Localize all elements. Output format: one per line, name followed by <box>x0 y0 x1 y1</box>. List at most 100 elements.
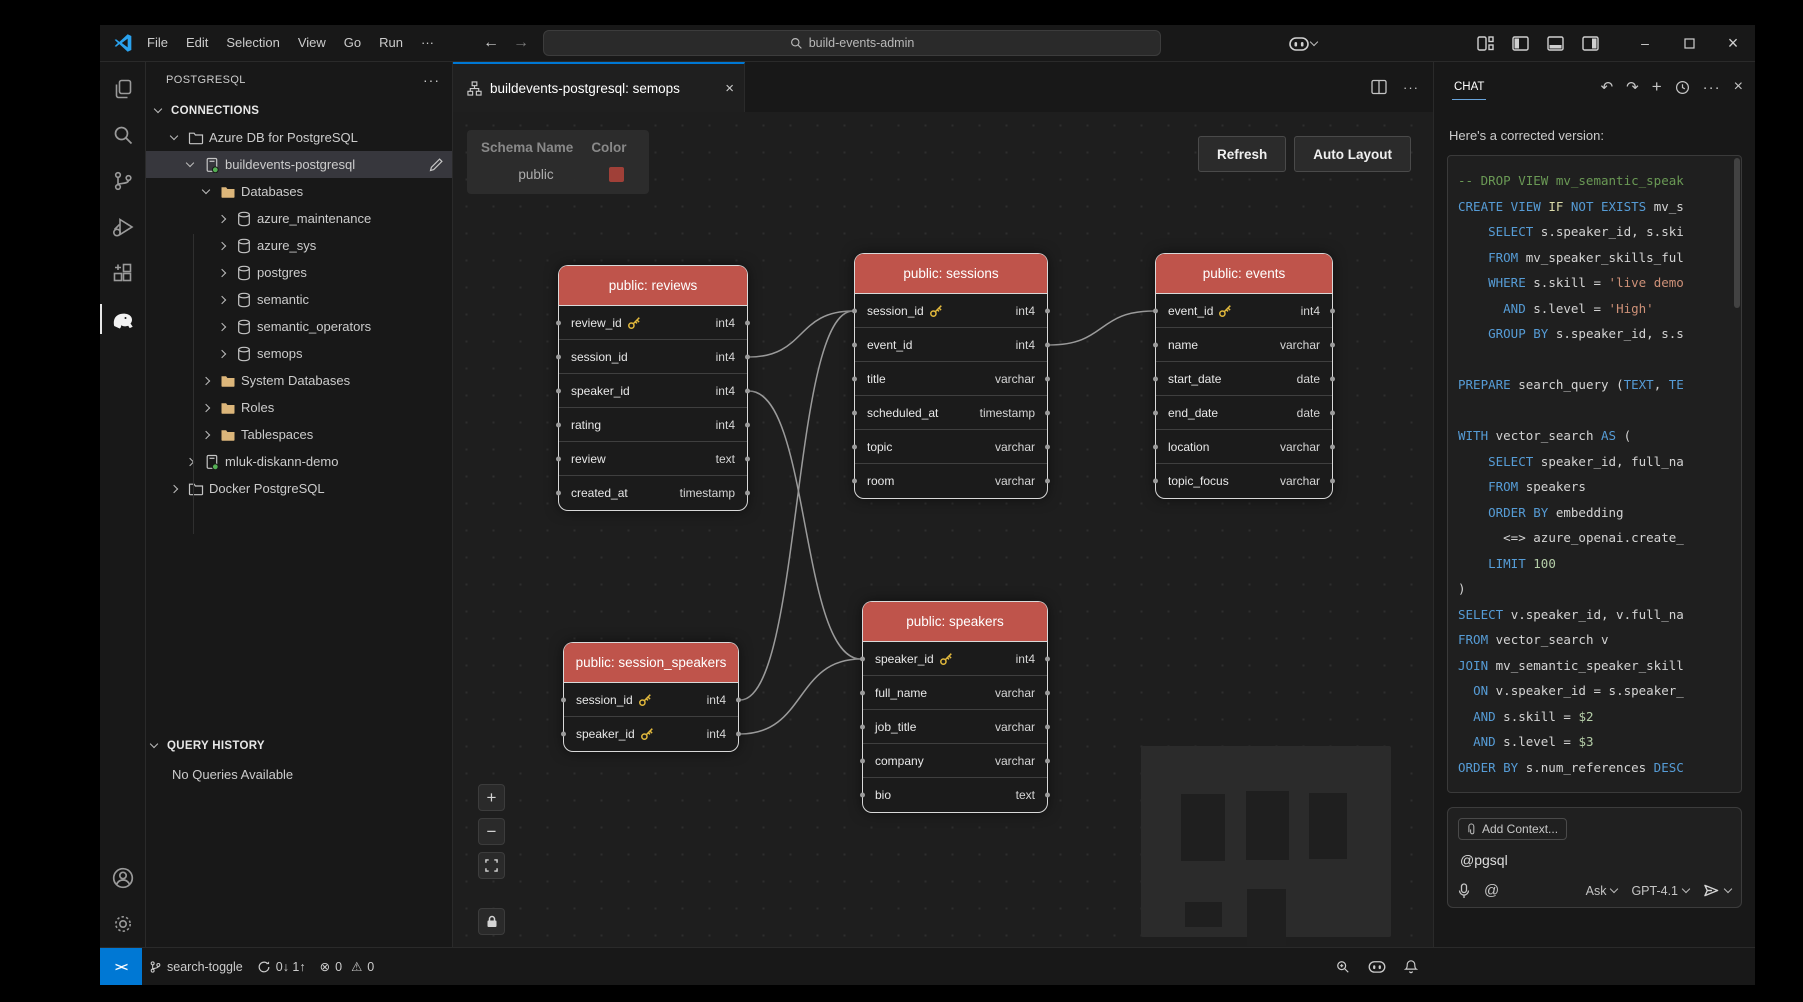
query-history-section[interactable]: QUERY HISTORY <box>146 732 452 759</box>
column-room[interactable]: roomvarchar <box>855 464 1047 498</box>
table-events[interactable]: public: eventsevent_idint4namevarcharsta… <box>1156 254 1332 498</box>
mention-icon[interactable]: @ <box>1484 882 1499 899</box>
table-sessions[interactable]: public: sessionssession_idint4event_idin… <box>855 254 1047 498</box>
tree-item-tablespaces[interactable]: Tablespaces <box>146 421 452 448</box>
close-button[interactable]: × <box>1711 25 1755 61</box>
table-header[interactable]: public: sessions <box>855 254 1047 294</box>
menu-go[interactable]: Go <box>335 30 370 56</box>
column-session_id[interactable]: session_idint4 <box>855 294 1047 328</box>
toggle-secondary-sidebar-icon[interactable] <box>1582 36 1599 51</box>
column-session_id[interactable]: session_idint4 <box>559 340 747 374</box>
microphone-icon[interactable] <box>1458 883 1470 899</box>
chat-input-value[interactable]: @pgsql <box>1458 840 1731 882</box>
column-review_id[interactable]: review_idint4 <box>559 306 747 340</box>
column-name[interactable]: namevarchar <box>1156 328 1332 362</box>
remote-indicator[interactable]: >< <box>100 948 142 985</box>
copilot-menu[interactable] <box>1289 36 1317 51</box>
table-speakers[interactable]: public: speakersspeaker_idint4full_namev… <box>863 602 1047 812</box>
problems-status-item[interactable]: ⊗0 ⚠0 <box>313 948 382 985</box>
extensions-icon[interactable] <box>100 250 146 296</box>
table-reviews[interactable]: public: reviewsreview_idint4session_idin… <box>559 266 747 510</box>
refresh-button[interactable]: Refresh <box>1198 136 1286 172</box>
column-topic_focus[interactable]: topic_focusvarchar <box>1156 464 1332 498</box>
sidebar-more-actions[interactable]: ··· <box>423 72 440 88</box>
column-session_id[interactable]: session_idint4 <box>564 683 738 717</box>
scrollbar-thumb[interactable] <box>1734 158 1740 308</box>
tree-item-buildevents-postgresql[interactable]: buildevents-postgresql <box>146 151 452 178</box>
table-session_speakers[interactable]: public: session_speakerssession_idint4sp… <box>564 643 738 751</box>
toggle-primary-sidebar-icon[interactable] <box>1512 36 1529 51</box>
minimize-button[interactable]: – <box>1623 25 1667 61</box>
model-picker[interactable]: GPT-4.1 <box>1631 884 1689 898</box>
column-speaker_id[interactable]: speaker_idint4 <box>559 374 747 408</box>
column-rating[interactable]: ratingint4 <box>559 408 747 442</box>
tree-item-postgres[interactable]: postgres <box>146 259 452 286</box>
table-header[interactable]: public: reviews <box>559 266 747 306</box>
column-speaker_id[interactable]: speaker_idint4 <box>863 642 1047 676</box>
toggle-panel-icon[interactable] <box>1547 36 1564 51</box>
notifications-bell-icon[interactable] <box>1397 959 1425 974</box>
tree-item-semantic-operators[interactable]: semantic_operators <box>146 313 452 340</box>
search-icon[interactable] <box>100 112 146 158</box>
forward-arrow-icon[interactable]: → <box>513 34 529 52</box>
settings-gear-icon[interactable] <box>100 901 146 947</box>
schema-canvas[interactable]: public: reviewsreview_idint4session_idin… <box>453 112 1433 947</box>
tree-item-roles[interactable]: Roles <box>146 394 452 421</box>
command-center-search[interactable]: build-events-admin <box>543 30 1161 56</box>
add-context-chip[interactable]: Add Context... <box>1458 818 1567 840</box>
tree-item-connections[interactable]: CONNECTIONS <box>146 97 452 124</box>
chat-input-box[interactable]: Add Context... @pgsql @ Ask GPT-4.1 <box>1447 807 1742 908</box>
lock-button[interactable] <box>478 908 505 935</box>
tree-item-semantic[interactable]: semantic <box>146 286 452 313</box>
tab-close-icon[interactable]: × <box>725 80 734 97</box>
column-full_name[interactable]: full_namevarchar <box>863 676 1047 710</box>
sql-code-block[interactable]: -- DROP VIEW mv_semantic_speakCREATE VIE… <box>1447 155 1742 793</box>
undo-icon[interactable]: ↶ <box>1601 78 1614 96</box>
tree-item-databases[interactable]: Databases <box>146 178 452 205</box>
column-scheduled_at[interactable]: scheduled_attimestamp <box>855 396 1047 430</box>
sync-status-item[interactable]: 0↓ 1↑ <box>250 948 313 985</box>
table-header[interactable]: public: session_speakers <box>564 643 738 683</box>
table-header[interactable]: public: events <box>1156 254 1332 294</box>
table-header[interactable]: public: speakers <box>863 602 1047 642</box>
menu-[interactable]: ··· <box>412 30 443 56</box>
copilot-status-icon[interactable] <box>1361 960 1393 973</box>
run-debug-icon[interactable] <box>100 204 146 250</box>
column-bio[interactable]: biotext <box>863 778 1047 812</box>
auto-layout-button[interactable]: Auto Layout <box>1294 136 1411 172</box>
tree-item-semops[interactable]: semops <box>146 340 452 367</box>
column-end_date[interactable]: end_datedate <box>1156 396 1332 430</box>
column-topic[interactable]: topicvarchar <box>855 430 1047 464</box>
column-speaker_id[interactable]: speaker_idint4 <box>564 717 738 751</box>
column-created_at[interactable]: created_attimestamp <box>559 476 747 510</box>
zoom-status-icon[interactable] <box>1329 960 1357 974</box>
editor-more-actions[interactable]: ··· <box>1403 80 1419 95</box>
zoom-out-button[interactable]: − <box>478 818 505 845</box>
redo-icon[interactable]: ↷ <box>1626 78 1639 96</box>
tree-item-azure-sys[interactable]: azure_sys <box>146 232 452 259</box>
customize-layout-icon[interactable] <box>1477 36 1494 51</box>
tree-item-mluk-diskann-demo[interactable]: mluk-diskann-demo <box>146 448 452 475</box>
column-job_title[interactable]: job_titlevarchar <box>863 710 1047 744</box>
menu-edit[interactable]: Edit <box>177 30 217 56</box>
send-button[interactable] <box>1703 883 1731 898</box>
column-title[interactable]: titlevarchar <box>855 362 1047 396</box>
branch-status-item[interactable]: search-toggle <box>142 948 250 985</box>
postgresql-elephant-icon[interactable] <box>100 296 146 342</box>
tab-schema-diagram[interactable]: buildevents-postgresql: semops × <box>453 62 745 112</box>
chat-more-actions[interactable]: ··· <box>1703 79 1721 96</box>
menu-run[interactable]: Run <box>370 30 412 56</box>
source-control-icon[interactable] <box>100 158 146 204</box>
column-event_id[interactable]: event_idint4 <box>855 328 1047 362</box>
menu-file[interactable]: File <box>138 30 177 56</box>
column-location[interactable]: locationvarchar <box>1156 430 1332 464</box>
split-editor-icon[interactable] <box>1371 79 1387 95</box>
fit-view-button[interactable] <box>478 852 505 879</box>
column-event_id[interactable]: event_idint4 <box>1156 294 1332 328</box>
edit-pencil-icon[interactable] <box>428 157 444 173</box>
menu-selection[interactable]: Selection <box>217 30 288 56</box>
column-company[interactable]: companyvarchar <box>863 744 1047 778</box>
tree-item-system-databases[interactable]: System Databases <box>146 367 452 394</box>
accounts-icon[interactable] <box>100 855 146 901</box>
chat-close-icon[interactable]: × <box>1734 78 1743 96</box>
